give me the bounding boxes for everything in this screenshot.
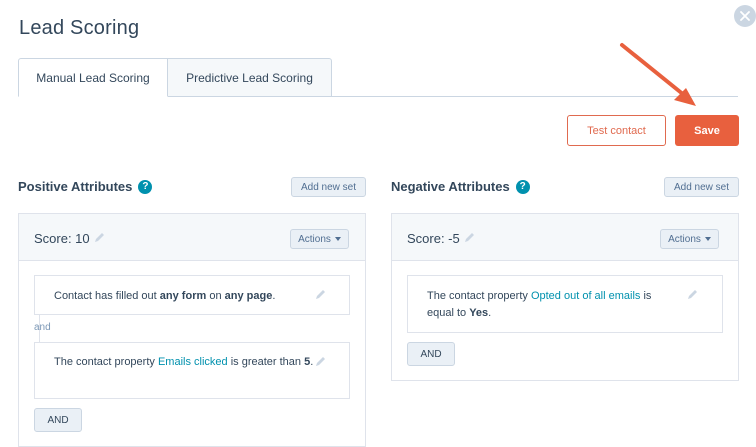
negative-score-panel: Score: -5 Actions The contact property O… [391,213,739,381]
actions-label: Actions [668,233,701,245]
caret-down-icon [334,237,341,241]
criteria-card[interactable]: The contact property Opted out of all em… [407,275,723,333]
actions-dropdown-negative[interactable]: Actions [660,229,719,249]
close-icon[interactable] [734,5,756,27]
pencil-icon[interactable] [315,356,326,373]
pencil-icon[interactable] [687,289,698,306]
positive-score: Score: 10 [34,231,105,246]
positive-panel-header: Score: 10 Actions [19,214,365,261]
caret-down-icon [704,237,711,241]
add-new-set-button-negative[interactable]: Add new set [664,177,739,197]
page-title: Lead Scoring [19,17,140,39]
tab-predictive-lead-scoring[interactable]: Predictive Lead Scoring [168,58,332,97]
positive-score-label: Score: 10 [34,231,90,246]
arrow-annotation [620,43,696,106]
help-icon[interactable]: ? [138,179,153,194]
negative-score: Score: -5 [407,231,475,246]
and-button-positive[interactable]: AND [34,408,82,432]
save-button[interactable]: Save [675,115,739,146]
negative-heading-text: Negative Attributes [391,179,510,194]
positive-heading-text: Positive Attributes [18,179,133,194]
actions-dropdown-positive[interactable]: Actions [290,229,349,249]
pencil-icon[interactable] [94,231,105,246]
criteria-card[interactable]: Contact has filled out any form on any p… [34,275,350,315]
tab-bar: Manual Lead Scoring Predictive Lead Scor… [18,58,332,97]
positive-score-panel: Score: 10 Actions Contact has filled out… [18,213,366,447]
add-new-set-button-positive[interactable]: Add new set [291,177,366,197]
negative-score-label: Score: -5 [407,231,460,246]
pencil-icon[interactable] [464,231,475,246]
help-icon[interactable]: ? [515,179,530,194]
criteria-text: The contact property Emails clicked is g… [54,356,314,368]
test-contact-button[interactable]: Test contact [567,115,666,146]
criteria-card[interactable]: The contact property Emails clicked is g… [34,342,350,399]
negative-panel-header: Score: -5 Actions [392,214,738,261]
positive-attributes-heading: Positive Attributes ? [18,179,153,194]
and-joiner: and [34,322,51,333]
and-button-negative[interactable]: AND [407,342,455,366]
criteria-text: Contact has filled out any form on any p… [54,290,276,302]
actions-label: Actions [298,233,331,245]
criteria-text: The contact property Opted out of all em… [427,290,652,319]
negative-attributes-heading: Negative Attributes ? [391,179,530,194]
tab-manual-lead-scoring[interactable]: Manual Lead Scoring [18,58,168,97]
pencil-icon[interactable] [315,289,326,306]
